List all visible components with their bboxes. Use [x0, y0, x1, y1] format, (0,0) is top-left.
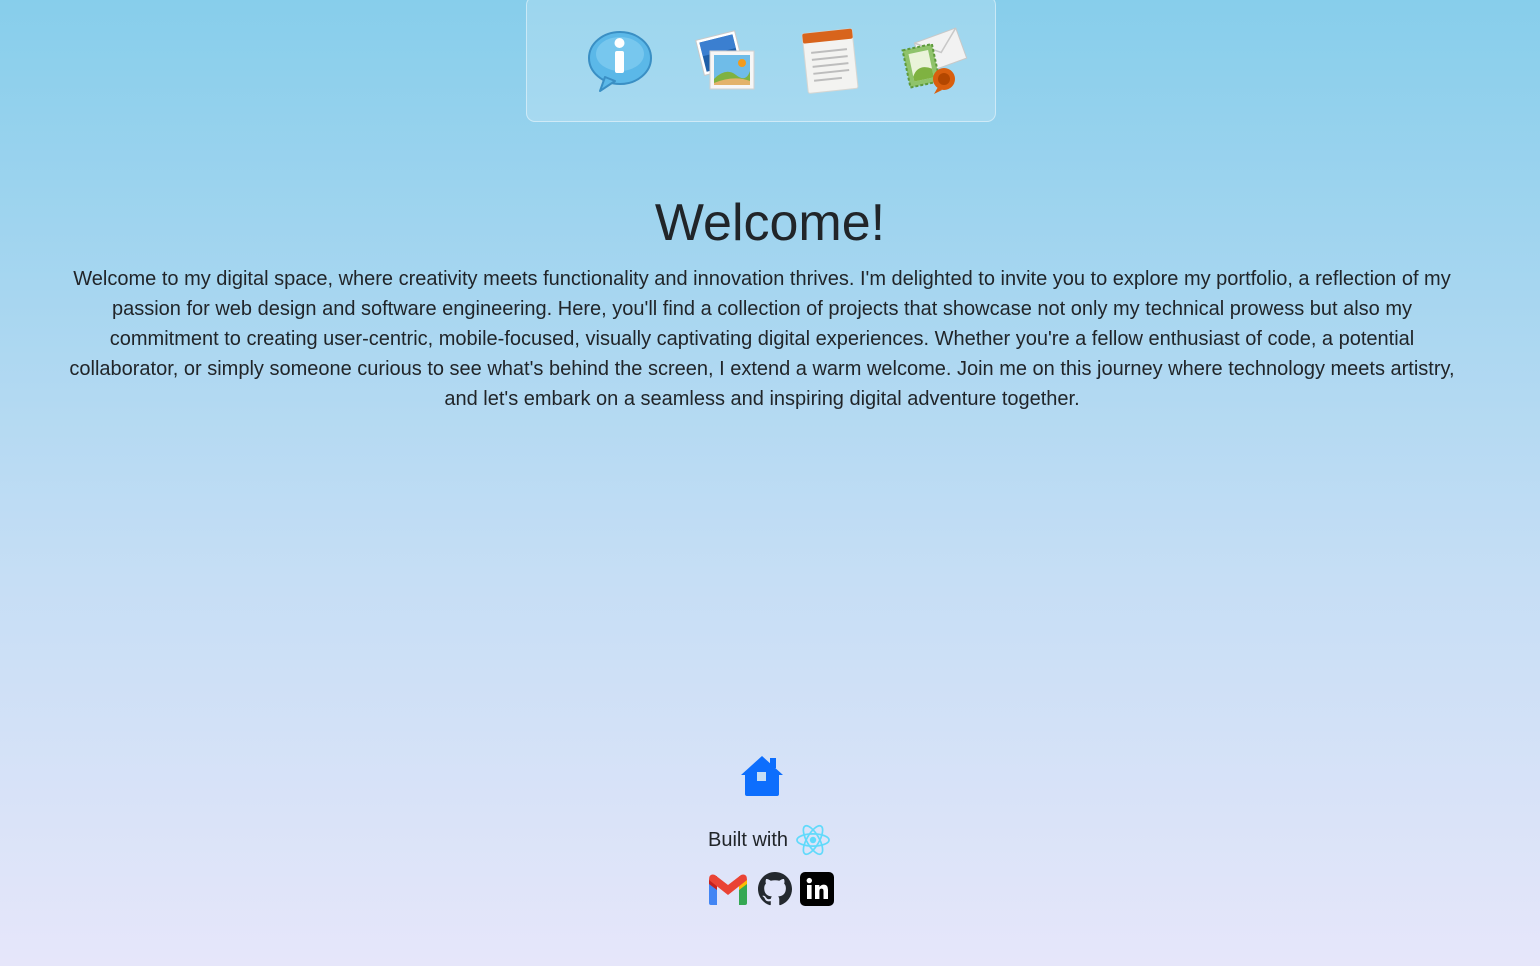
- notepad-icon: [801, 28, 859, 94]
- house-icon: [741, 756, 783, 796]
- linkedin-link[interactable]: [800, 871, 834, 911]
- built-with-label: Built with: [707, 828, 789, 851]
- linkedin-icon: [800, 871, 834, 906]
- github-link[interactable]: [758, 871, 792, 911]
- gmail-icon: [709, 874, 747, 905]
- photos-icon: [695, 30, 755, 90]
- resume-dock-button[interactable]: [795, 25, 865, 95]
- page-title: Welcome!: [654, 194, 886, 252]
- info-bubble-icon: [588, 31, 652, 92]
- mail-stamp-icon: [901, 27, 968, 94]
- social-links: [0, 871, 1540, 911]
- welcome-paragraph: Welcome to my digital space, where creat…: [69, 268, 1455, 410]
- built-with: Built with: [0, 822, 1540, 858]
- gmail-link[interactable]: [706, 872, 750, 911]
- app-dock: [526, 0, 996, 122]
- contact-dock-button[interactable]: [900, 25, 970, 95]
- github-icon: [758, 871, 792, 905]
- home-button[interactable]: [739, 754, 785, 798]
- about-dock-button[interactable]: [583, 25, 653, 95]
- gallery-dock-button[interactable]: [690, 25, 760, 95]
- react-icon: [796, 824, 830, 856]
